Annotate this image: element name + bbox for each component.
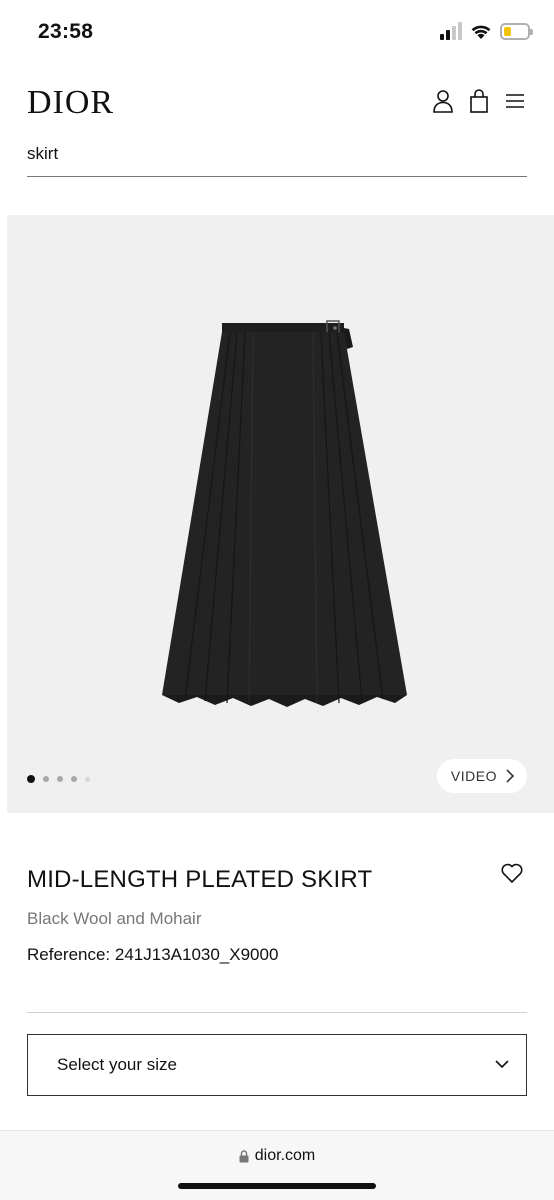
wifi-icon — [471, 25, 491, 39]
skirt-image — [162, 320, 407, 707]
user-icon[interactable] — [432, 88, 454, 114]
product-title: MID-LENGTH PLEATED SKIRT — [27, 866, 373, 893]
video-button-label: VIDEO — [450, 768, 497, 784]
search-field — [27, 140, 527, 177]
chevron-right-icon — [506, 769, 515, 783]
carousel-dot[interactable] — [57, 776, 63, 782]
divider — [27, 1012, 527, 1013]
url-display[interactable]: dior.com — [0, 1147, 554, 1165]
status-bar: 23:58 — [0, 0, 554, 64]
status-icons — [440, 22, 533, 40]
carousel-dots — [27, 775, 90, 783]
cellular-signal-icon — [440, 22, 462, 40]
size-select[interactable]: Select your size — [27, 1034, 527, 1096]
dior-logo[interactable]: DIOR — [27, 84, 114, 122]
heart-icon[interactable] — [500, 862, 524, 884]
chevron-down-icon — [495, 1060, 509, 1069]
url-text: dior.com — [254, 1147, 316, 1164]
carousel-dot — [85, 776, 90, 782]
site-header: DIOR — [0, 80, 554, 130]
search-input[interactable] — [27, 140, 527, 164]
browser-url-bar: dior.com — [0, 1130, 554, 1200]
product-gallery[interactable]: VIDEO — [7, 215, 554, 813]
home-indicator — [178, 1183, 376, 1189]
lock-icon — [239, 1149, 249, 1162]
product-subtitle: Black Wool and Mohair — [27, 909, 202, 928]
carousel-dot[interactable] — [27, 775, 35, 783]
carousel-dot[interactable] — [71, 776, 77, 782]
size-select-label: Select your size — [57, 1055, 177, 1074]
video-button[interactable]: VIDEO — [436, 759, 527, 793]
status-time: 23:58 — [38, 20, 94, 43]
carousel-dot[interactable] — [43, 776, 49, 782]
menu-icon[interactable] — [504, 88, 526, 114]
shopping-bag-icon[interactable] — [468, 88, 490, 114]
header-actions — [432, 88, 526, 114]
battery-icon — [500, 22, 533, 40]
product-reference: Reference: 241J13A1030_X9000 — [27, 945, 279, 964]
